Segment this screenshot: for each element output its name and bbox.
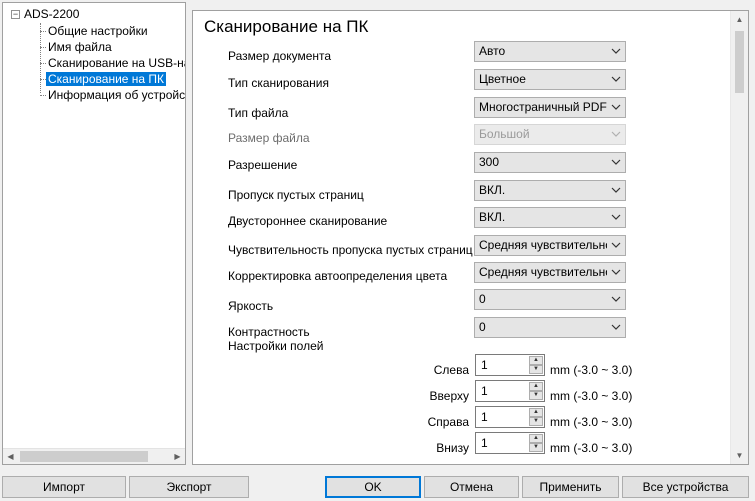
export-button[interactable]: Экспорт	[129, 476, 249, 498]
label-duplex-scan: Двустороннее сканирование	[228, 214, 388, 228]
chevron-down-icon	[611, 269, 621, 275]
margin-right-label: Справа	[427, 415, 469, 429]
margin-bottom-label: Внизу	[436, 441, 469, 455]
spin-down-icon[interactable]: ▼	[529, 365, 543, 374]
scroll-thumb[interactable]	[735, 31, 744, 93]
margin-top-value[interactable]: 1	[481, 384, 488, 398]
chevron-down-icon	[611, 296, 621, 302]
import-button[interactable]: Импорт	[2, 476, 126, 498]
all-devices-button[interactable]: Все устройства	[622, 476, 749, 498]
select-blank-page-sensitivity[interactable]: Средняя чувствительность	[474, 235, 626, 256]
chevron-down-icon	[611, 214, 621, 220]
chevron-down-icon	[611, 104, 621, 110]
margin-bottom-value[interactable]: 1	[481, 436, 488, 450]
spin-down-icon[interactable]: ▼	[529, 391, 543, 400]
tree-root-label: ADS-2200	[24, 7, 80, 21]
chevron-down-icon	[611, 48, 621, 54]
tree-item-filename[interactable]: Имя файла	[40, 39, 114, 55]
tree-horizontal-scrollbar[interactable]: ◀ ▶	[3, 448, 185, 464]
label-scan-type: Тип сканирования	[228, 76, 329, 90]
spin-up-icon[interactable]: ▲	[529, 434, 543, 443]
cancel-button[interactable]: Отмена	[424, 476, 519, 498]
apply-button[interactable]: Применить	[522, 476, 619, 498]
spin-down-icon[interactable]: ▼	[529, 417, 543, 426]
label-file-size: Размер файла	[228, 131, 310, 145]
select-file-size[interactable]: Большой	[474, 124, 626, 145]
margin-top-spinner[interactable]: 1 ▲ ▼	[475, 380, 545, 402]
label-contrast: Контрастность	[228, 325, 310, 339]
spin-down-icon[interactable]: ▼	[529, 443, 543, 452]
margin-left-spinner[interactable]: 1 ▲ ▼	[475, 354, 545, 376]
tree-root[interactable]: − ADS-2200	[11, 6, 79, 22]
collapse-icon[interactable]: −	[11, 10, 20, 20]
scroll-thumb[interactable]	[20, 451, 148, 462]
select-scan-type[interactable]: Цветное	[474, 69, 626, 90]
select-brightness[interactable]: 0	[474, 289, 626, 310]
label-brightness: Яркость	[228, 299, 274, 313]
chevron-down-icon	[611, 159, 621, 165]
tree-item-scan-to-pc[interactable]: Сканирование на ПК	[40, 71, 167, 87]
margin-left-label: Слева	[433, 363, 469, 377]
chevron-down-icon	[611, 324, 621, 330]
label-skip-blank-pages: Пропуск пустых страниц	[228, 188, 364, 202]
label-file-type: Тип файла	[228, 106, 289, 120]
select-document-size[interactable]: Авто	[474, 41, 626, 62]
panel-title: Сканирование на ПК	[204, 17, 369, 36]
tree-item-scan-to-usb[interactable]: Сканирование на USB-нако	[40, 55, 185, 71]
ok-button[interactable]: OK	[325, 476, 421, 498]
label-auto-color-adjust: Корректировка автоопределения цвета	[228, 269, 448, 283]
spin-up-icon[interactable]: ▲	[529, 356, 543, 365]
label-blank-page-sensitivity: Чувствительность пропуска пустых страниц	[228, 243, 473, 257]
select-contrast[interactable]: 0	[474, 317, 626, 338]
margin-bottom-spinner[interactable]: 1 ▲ ▼	[475, 432, 545, 454]
scroll-up-icon[interactable]: ▲	[731, 11, 748, 28]
label-document-size: Размер документа	[228, 49, 332, 63]
spin-up-icon[interactable]: ▲	[529, 382, 543, 391]
scroll-down-icon[interactable]: ▼	[731, 447, 748, 464]
scroll-right-icon[interactable]: ▶	[170, 449, 185, 464]
margin-right-unit: mm (-3.0 ~ 3.0)	[550, 415, 633, 429]
margins-heading: Настройки полей	[228, 339, 324, 353]
settings-panel: Сканирование на ПК Размер документа Авто…	[192, 10, 749, 465]
margin-left-unit: mm (-3.0 ~ 3.0)	[550, 363, 633, 377]
chevron-down-icon	[611, 187, 621, 193]
select-duplex-scan[interactable]: ВКЛ.	[474, 207, 626, 228]
label-resolution: Разрешение	[228, 158, 298, 172]
spin-up-icon[interactable]: ▲	[529, 408, 543, 417]
select-file-type[interactable]: Многостраничный PDF	[474, 97, 626, 118]
tree-item-device-info[interactable]: Информация об устройстве	[40, 87, 185, 103]
select-skip-blank-pages[interactable]: ВКЛ.	[474, 180, 626, 201]
margin-left-value[interactable]: 1	[481, 358, 488, 372]
scroll-left-icon[interactable]: ◀	[3, 449, 18, 464]
select-resolution[interactable]: 300	[474, 152, 626, 173]
margin-top-label: Вверху	[429, 389, 469, 403]
settings-tree[interactable]: − ADS-2200 Общие настройки Имя файла Скан…	[2, 2, 186, 465]
margin-right-spinner[interactable]: 1 ▲ ▼	[475, 406, 545, 428]
panel-vertical-scrollbar[interactable]: ▲ ▼	[730, 11, 748, 464]
margin-bottom-unit: mm (-3.0 ~ 3.0)	[550, 441, 633, 455]
margin-right-value[interactable]: 1	[481, 410, 488, 424]
tree-item-general[interactable]: Общие настройки	[40, 23, 150, 39]
select-auto-color-adjust[interactable]: Средняя чувствительность	[474, 262, 626, 283]
chevron-down-icon	[611, 242, 621, 248]
chevron-down-icon	[611, 76, 621, 82]
margin-top-unit: mm (-3.0 ~ 3.0)	[550, 389, 633, 403]
chevron-down-icon	[611, 131, 621, 137]
